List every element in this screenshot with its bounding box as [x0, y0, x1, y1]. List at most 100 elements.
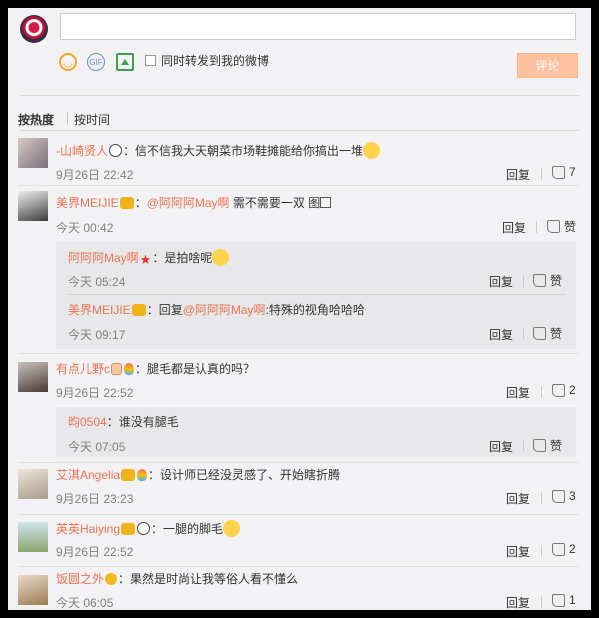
vip-badge-icon — [131, 304, 146, 316]
like-button[interactable]: 赞 — [533, 272, 562, 289]
mention-link[interactable]: @阿阿阿May啊 — [147, 196, 230, 210]
like-button[interactable]: 赞 — [533, 325, 562, 342]
gif-icon[interactable]: GIF — [87, 53, 105, 71]
like-count: 2 — [569, 383, 576, 397]
comment-text: ：设计师已经没灵感了、开始瞎折腾 — [148, 468, 341, 482]
user-avatar[interactable] — [18, 362, 48, 392]
smirk-emoji-icon — [212, 249, 230, 266]
like-count: 1 — [569, 593, 576, 607]
comment-text-line: 艾淇Angelia ：设计师已经没灵感了、开始瞎折腾 — [56, 467, 340, 483]
thumbs-up-icon — [552, 165, 565, 179]
username[interactable]: 艾淇Angelia — [56, 468, 120, 482]
image-link-icon[interactable] — [320, 197, 332, 208]
comment-input[interactable] — [60, 13, 576, 40]
repost-checkbox[interactable] — [145, 55, 156, 66]
flag-badge-icon — [111, 363, 123, 375]
comment-text-line: -山崎贤人 ：信不信我大天朝菜市场鞋摊能给你搞出一堆 — [56, 142, 381, 159]
username[interactable]: 有点儿野c — [56, 362, 110, 376]
comment-item: 饭圆之外 ：果然是时尚让我等俗人看不懂么 今天 06:05 回复 1 — [8, 566, 591, 610]
like-button[interactable]: 赞 — [547, 218, 576, 235]
reply-thread: 阿阿阿May啊★：是拍啥呢 今天 05:24 回复 赞 美界MEIJIE ：回复@… — [56, 242, 576, 349]
divider — [541, 596, 542, 608]
reply-time: 今天 05:24 — [68, 275, 126, 289]
like-count: 7 — [569, 165, 576, 179]
divider — [523, 275, 524, 287]
divider — [20, 130, 579, 131]
sort-by-time-tab[interactable]: 按时间 — [74, 111, 110, 128]
comment-time: 9月26日 22:42 — [56, 168, 134, 182]
reply-button[interactable]: 回复 — [506, 594, 530, 610]
reply-button[interactable]: 回复 — [489, 273, 513, 290]
comment-time: 9月26日 23:23 — [56, 492, 134, 506]
reply-button[interactable]: 回复 — [489, 326, 513, 343]
reply-text-line: 昀0504：谁没有腿毛 — [68, 414, 179, 430]
smile-icon[interactable]: ◡ — [59, 53, 77, 71]
thumbs-up-icon — [552, 542, 565, 556]
user-avatar[interactable] — [18, 469, 48, 499]
like-button[interactable]: 7 — [552, 165, 576, 179]
divider — [541, 386, 542, 398]
reply-button[interactable]: 回复 — [506, 166, 530, 183]
like-button[interactable]: 3 — [552, 489, 576, 503]
reply-time: 今天 07:05 — [68, 440, 126, 454]
username[interactable]: 昀0504 — [68, 415, 107, 429]
username[interactable]: 英英Haiying — [56, 522, 120, 536]
username[interactable]: 饭圆之外 — [56, 572, 104, 586]
reply-thread: 昀0504：谁没有腿毛 今天 07:05 回复 赞 — [56, 407, 576, 457]
comment-time: 今天 06:05 — [56, 596, 114, 610]
reply-text-line: 阿阿阿May啊★：是拍啥呢 — [68, 249, 230, 268]
user-avatar[interactable] — [18, 575, 48, 605]
comment-time: 今天 00:42 — [56, 221, 114, 235]
sort-by-hot-tab[interactable]: 按热度 — [18, 111, 54, 128]
comment-text: ：信不信我大天朝菜市场鞋摊能给你搞出一堆 — [123, 144, 364, 158]
reply-time: 今天 09:17 — [68, 328, 126, 342]
thumbs-up-icon — [552, 383, 565, 397]
like-button[interactable]: 赞 — [533, 437, 562, 454]
reply-text-line: 美界MEIJIE ：回复@阿阿阿May啊:特殊的视角哈哈哈 — [68, 302, 365, 318]
reply-button[interactable]: 回复 — [506, 490, 530, 507]
vip-badge-icon — [121, 469, 136, 481]
comment-text-line: 饭圆之外 ：果然是时尚让我等俗人看不懂么 — [56, 571, 298, 587]
like-count: 赞 — [550, 327, 563, 341]
image-icon[interactable] — [116, 53, 134, 71]
divider — [68, 294, 566, 295]
like-button[interactable]: 1 — [552, 593, 576, 607]
thumbs-up-icon — [552, 593, 565, 607]
current-user-avatar[interactable] — [20, 15, 48, 43]
balloon-badge-icon — [137, 469, 148, 481]
sort-separator: | — [66, 110, 70, 124]
divider — [523, 440, 524, 452]
comment-item: 英英Haiying ：一腿的脚毛 9月26日 22:52 回复 2 — [8, 513, 591, 565]
comment-text: 需不需要一双 图 — [229, 196, 321, 210]
like-count: 赞 — [550, 439, 563, 453]
divider — [536, 221, 537, 233]
panda-badge-icon — [137, 522, 151, 535]
user-avatar[interactable] — [18, 191, 48, 221]
reply-button[interactable]: 回复 — [506, 543, 530, 560]
like-button[interactable]: 2 — [552, 383, 576, 397]
like-count: 赞 — [564, 220, 577, 234]
reply-text: ：是拍啥呢 — [152, 251, 213, 265]
user-avatar[interactable] — [18, 138, 48, 168]
submit-comment-button[interactable]: 评论 — [517, 53, 578, 78]
colon: ： — [134, 196, 147, 210]
comment-text: ：果然是时尚让我等俗人看不懂么 — [118, 572, 299, 586]
mention-link[interactable]: @阿阿阿May啊 — [183, 303, 266, 317]
username[interactable]: 阿阿阿May啊 — [68, 251, 139, 265]
reply-button[interactable]: 回复 — [489, 438, 513, 455]
divider — [20, 95, 579, 96]
user-avatar[interactable] — [18, 522, 48, 552]
username[interactable]: 美界MEIJIE — [56, 196, 119, 210]
divider — [541, 168, 542, 180]
balloon-badge-icon — [124, 363, 135, 375]
divider — [18, 185, 579, 186]
grin-emoji-icon — [223, 520, 241, 537]
comment-time: 9月26日 22:52 — [56, 386, 134, 400]
username[interactable]: 美界MEIJIE — [68, 303, 131, 317]
like-button[interactable]: 2 — [552, 542, 576, 556]
reply-button[interactable]: 回复 — [506, 384, 530, 401]
star-badge-icon: ★ — [139, 252, 152, 267]
reply-button[interactable]: 回复 — [502, 219, 526, 236]
comment-text-line: 英英Haiying ：一腿的脚毛 — [56, 520, 241, 537]
username[interactable]: -山崎贤人 — [56, 144, 108, 158]
